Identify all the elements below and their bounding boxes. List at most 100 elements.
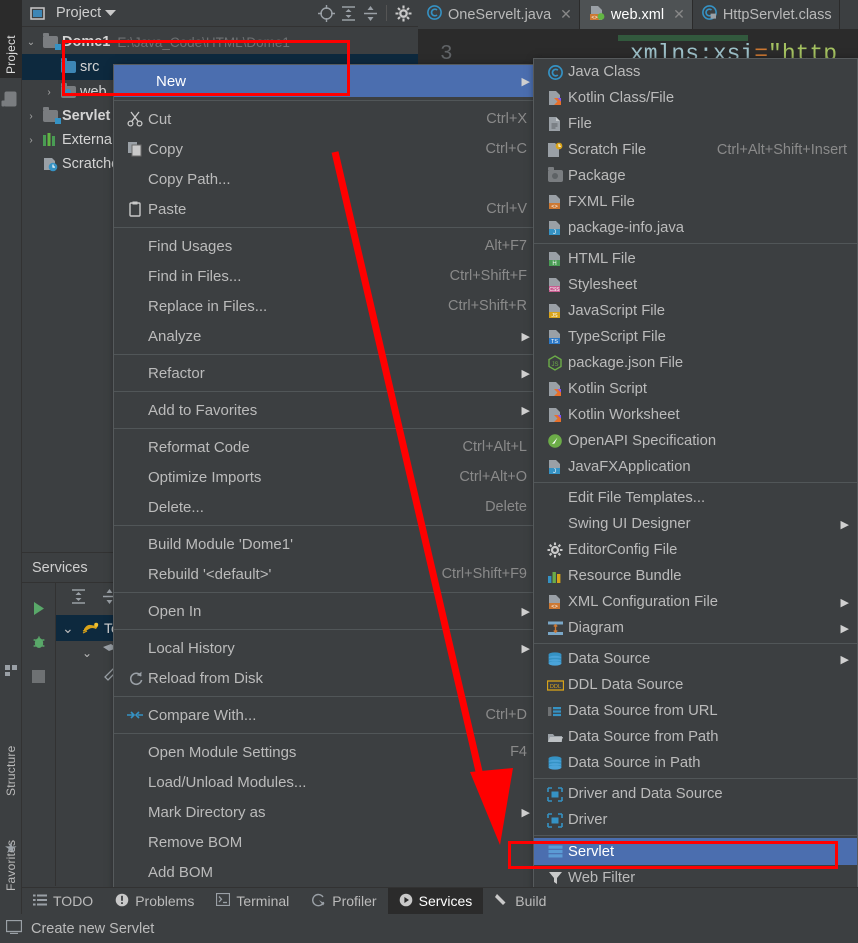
submenu-item-diagram[interactable]: Diagram ▶ — [534, 615, 857, 641]
submenu-item-javafxapplication[interactable]: J JavaFXApplication — [534, 454, 857, 480]
submenu-item-label: package-info.java — [568, 220, 684, 236]
submenu-item-javascript-file[interactable]: JS JavaScript File — [534, 298, 857, 324]
submenu-item-swing-ui-designer[interactable]: Swing UI Designer ▶ — [534, 511, 857, 537]
tree-label: Dome1 — [62, 34, 111, 50]
submenu-item-package-json-file[interactable]: JS package.json File — [534, 350, 857, 376]
menu-separator — [114, 100, 539, 101]
locate-icon[interactable] — [315, 2, 337, 24]
submenu-item-edit-file-templates[interactable]: Edit File Templates... — [534, 485, 857, 511]
bottom-tab-label: Build — [515, 893, 547, 909]
submenu-item-openapi-specification[interactable]: OpenAPI Specification — [534, 428, 857, 454]
new-submenu[interactable]: Java Class Kotlin Class/File File Scratc… — [533, 58, 858, 943]
submenu-item-xml-configuration-file[interactable]: <> XML Configuration File ▶ — [534, 589, 857, 615]
menu-item-paste[interactable]: Paste Ctrl+V — [114, 194, 539, 224]
submenu-item-driver[interactable]: Driver — [534, 807, 857, 833]
submenu-item-servlet[interactable]: Servlet — [534, 838, 857, 865]
editor-tab-oneservelt[interactable]: OneServelt.java ✕ — [418, 0, 580, 29]
submenu-item-ddl-data-source[interactable]: DDL DDL Data Source — [534, 672, 857, 698]
chevron-right-icon[interactable]: › — [22, 111, 40, 122]
submenu-item-editorconfig-file[interactable]: EditorConfig File — [534, 537, 857, 563]
close-icon[interactable]: ✕ — [673, 6, 685, 23]
expand-all-icon[interactable] — [70, 588, 87, 610]
menu-item-replace-in-files[interactable]: Replace in Files... Ctrl+Shift+R — [114, 291, 539, 321]
menu-item-reload-from-disk[interactable]: Reload from Disk — [114, 663, 539, 693]
menu-item-add-bom[interactable]: Add BOM — [114, 857, 539, 887]
page-title: Project — [56, 5, 102, 21]
submenu-item-data-source-in-path[interactable]: Data Source in Path — [534, 750, 857, 776]
expand-all-icon[interactable] — [337, 2, 359, 24]
submenu-item-kotlin-script[interactable]: Kotlin Script — [534, 376, 857, 402]
menu-item-open-module-settings[interactable]: Open Module Settings F4 — [114, 737, 539, 767]
copy-icon — [122, 141, 148, 157]
menu-item-add-to-favorites[interactable]: Add to Favorites ▶ — [114, 395, 539, 425]
menu-item-open-in[interactable]: Open In ▶ — [114, 596, 539, 626]
menu-item-cut[interactable]: Cut Ctrl+X — [114, 104, 539, 134]
submenu-item-java-class[interactable]: Java Class — [534, 59, 857, 85]
submenu-item-data-source-from-path[interactable]: Data Source from Path — [534, 724, 857, 750]
chevron-down-icon[interactable]: ⌄ — [82, 646, 102, 660]
menu-item-refactor[interactable]: Refactor ▶ — [114, 358, 539, 388]
chevron-right-icon[interactable]: › — [40, 87, 58, 98]
submenu-item-scratch-file[interactable]: Scratch File Ctrl+Alt+Shift+Insert — [534, 137, 857, 163]
submenu-item-fxml-file[interactable]: <> FXML File — [534, 189, 857, 215]
menu-item-copy-path[interactable]: Copy Path... — [114, 164, 539, 194]
submenu-item-file[interactable]: File — [534, 111, 857, 137]
bottom-tab-todo[interactable]: TODO — [22, 888, 104, 915]
menu-item-label: Open Module Settings — [148, 743, 297, 761]
bottom-tab-build[interactable]: Build — [483, 888, 557, 915]
chevron-down-icon[interactable]: ⌄ — [62, 620, 82, 637]
submenu-item-label: Edit File Templates... — [568, 490, 706, 506]
chevron-right-icon[interactable]: › — [22, 135, 40, 146]
menu-item-mark-directory-as[interactable]: Mark Directory as ▶ — [114, 797, 539, 827]
bottom-tab-terminal[interactable]: Terminal — [205, 888, 300, 915]
chevron-down-icon[interactable] — [101, 2, 119, 24]
editor-tab-webxml[interactable]: <> web.xml ✕ — [579, 0, 693, 29]
submenu-item-data-source[interactable]: Data Source ▶ — [534, 646, 857, 672]
close-icon[interactable]: ✕ — [560, 6, 572, 23]
menu-item-reformat-code[interactable]: Reformat Code Ctrl+Alt+L — [114, 432, 539, 462]
bottom-tab-services[interactable]: Services — [387, 887, 484, 915]
submenu-item-label: Kotlin Script — [568, 381, 647, 397]
submenu-item-kotlin-class-file[interactable]: Kotlin Class/File — [534, 85, 857, 111]
module-folder-icon — [40, 33, 61, 50]
menu-item-find-usages[interactable]: Find Usages Alt+F7 — [114, 231, 539, 261]
bottom-tab-problems[interactable]: Problems — [104, 888, 205, 915]
submenu-item-driver-and-data-source[interactable]: Driver and Data Source — [534, 781, 857, 807]
chevron-down-icon[interactable]: ⌄ — [22, 37, 40, 48]
context-menu[interactable]: New ▶ Cut Ctrl+X Copy Ctrl+C Copy Path..… — [113, 64, 540, 943]
sidebar-item-structure[interactable]: Structure — [0, 690, 22, 800]
menu-item-new[interactable]: New ▶ — [114, 65, 539, 97]
submenu-item-stylesheet[interactable]: CSS Stylesheet — [534, 272, 857, 298]
submenu-item-kotlin-worksheet[interactable]: Kotlin Worksheet — [534, 402, 857, 428]
submenu-item-package-info-java[interactable]: J package-info.java — [534, 215, 857, 241]
submenu-item-data-source-from-url[interactable]: Data Source from URL — [534, 698, 857, 724]
menu-item-load-unload-modules[interactable]: Load/Unload Modules... — [114, 767, 539, 797]
menu-item-delete[interactable]: Delete... Delete — [114, 492, 539, 522]
tree-row[interactable]: ⌄ Dome1 E:\Java_Code\HTML\Dome1 — [22, 30, 440, 54]
editor-tab-httpservlet[interactable]: HttpServlet.class — [693, 0, 840, 29]
kotlin-worksheet-icon — [542, 407, 568, 423]
menu-item-label: Copy — [148, 140, 184, 158]
menu-item-rebuild[interactable]: Rebuild '<default>' Ctrl+Shift+F9 — [114, 559, 539, 589]
menu-item-build-module[interactable]: Build Module 'Dome1' — [114, 529, 539, 559]
menu-item-compare-with[interactable]: Compare With... Ctrl+D — [114, 700, 539, 730]
gear-icon[interactable] — [392, 2, 414, 24]
tooltip-icon — [5, 919, 23, 938]
menu-item-label: Delete... — [148, 498, 204, 516]
stop-icon[interactable] — [22, 659, 55, 693]
sidebar-item-project[interactable]: Project — [0, 0, 22, 78]
menu-item-find-in-files[interactable]: Find in Files... Ctrl+Shift+F — [114, 261, 539, 291]
debug-icon[interactable] — [22, 625, 55, 659]
submenu-item-package[interactable]: Package — [534, 163, 857, 189]
submenu-item-resource-bundle[interactable]: Resource Bundle — [534, 563, 857, 589]
menu-item-remove-bom[interactable]: Remove BOM — [114, 827, 539, 857]
collapse-all-icon[interactable] — [359, 2, 381, 24]
submenu-item-typescript-file[interactable]: TS TypeScript File — [534, 324, 857, 350]
menu-item-copy[interactable]: Copy Ctrl+C — [114, 134, 539, 164]
menu-item-optimize-imports[interactable]: Optimize Imports Ctrl+Alt+O — [114, 462, 539, 492]
menu-item-analyze[interactable]: Analyze ▶ — [114, 321, 539, 351]
menu-item-local-history[interactable]: Local History ▶ — [114, 633, 539, 663]
run-icon[interactable] — [22, 591, 55, 625]
bottom-tab-profiler[interactable]: Profiler — [300, 888, 387, 915]
submenu-item-html-file[interactable]: H HTML File — [534, 246, 857, 272]
